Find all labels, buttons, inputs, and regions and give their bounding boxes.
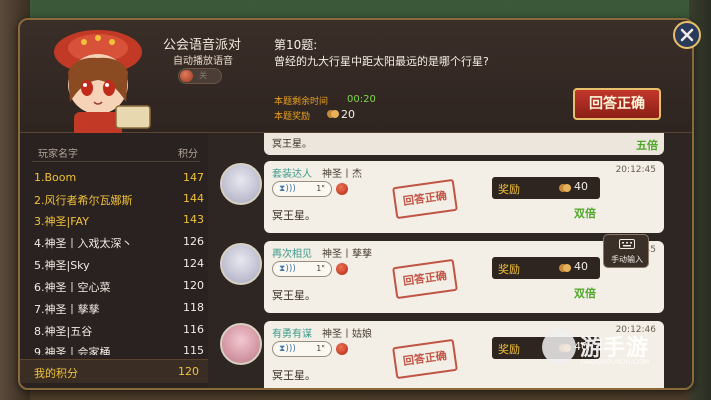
watermark-url: GAOSHOUYOU.COM xyxy=(580,358,650,366)
close-icon[interactable] xyxy=(672,20,702,50)
reward-box: 奖励 40 xyxy=(492,257,600,279)
multiplier-label: 五倍 xyxy=(636,139,658,152)
player-score: 116 xyxy=(183,323,204,336)
player-name: 1.Boom xyxy=(34,171,77,184)
question-text: 曾经的九大行星中距太阳最远的是哪个行星? xyxy=(274,55,489,68)
watermark-logo-icon xyxy=(542,330,576,364)
leaderboard-row: 4.神圣丨入戏太深丶 126 xyxy=(34,232,204,252)
answer-text: 冥王星。 xyxy=(272,139,312,150)
voice-message-button[interactable]: ⧗))) 1" xyxy=(272,341,332,357)
leaderboard: 玩家名字 积分 1.Boom 147 2.风行者希尔瓦娜斯 144 3.神圣|F… xyxy=(20,133,208,388)
chat-card-partial: 冥王星。 五倍 xyxy=(264,133,664,155)
chat-card: 套装达人 神圣丨杰 20:12:45 ⧗))) 1" 冥王星。 回答正确 奖励 … xyxy=(220,161,664,233)
my-score-bar: 我的积分 120 xyxy=(20,359,208,383)
reward-value: 40 xyxy=(574,180,588,193)
player-guild-name: 神圣丨杰 xyxy=(322,169,362,180)
leaderboard-header-name: 玩家名字 xyxy=(38,149,78,160)
player-avatar[interactable] xyxy=(220,323,262,365)
player-name: 4.神圣丨入戏太深丶 xyxy=(34,237,133,250)
reward-value: 40 xyxy=(574,260,588,273)
time-remaining-value: 00:20 xyxy=(347,94,376,105)
time-remaining-label: 本题剩余时间 xyxy=(274,97,329,107)
keyboard-icon xyxy=(619,239,635,249)
player-name: 2.风行者希尔瓦娜斯 xyxy=(34,194,133,207)
voice-length: 1" xyxy=(316,264,325,273)
voice-wave-icon: ⧗))) xyxy=(279,344,296,354)
correct-stamp: 回答正确 xyxy=(392,178,458,220)
answer-text: 冥王星。 xyxy=(272,289,316,302)
unread-dot-icon xyxy=(336,343,348,355)
mascot-character xyxy=(54,30,151,138)
player-title: 再次相见 xyxy=(272,249,312,260)
player-name: 8.神圣|五谷 xyxy=(34,325,93,338)
player-name: 5.神圣|Sky xyxy=(34,259,90,272)
voice-wave-icon: ⧗))) xyxy=(279,184,296,194)
player-name: 3.神圣|FAY xyxy=(34,215,89,228)
leaderboard-row: 3.神圣|FAY 143 xyxy=(34,210,204,230)
toggle-off-label: 关 xyxy=(199,71,207,80)
answer-text: 冥王星。 xyxy=(272,209,316,222)
reward-label: 奖励 xyxy=(498,183,520,196)
correct-stamp: 回答正确 xyxy=(392,338,458,380)
multiplier-label: 双倍 xyxy=(574,207,596,220)
player-score: 120 xyxy=(183,279,204,292)
manual-input-button[interactable]: 手动输入 xyxy=(603,234,649,268)
leaderboard-header-score: 积分 xyxy=(178,149,198,160)
player-guild-name: 神圣丨姑娘 xyxy=(322,329,372,340)
quiz-header: 公会语音派对 自动播放语音 关 第10题: 曾经的九大行星中距太阳最远的是哪个行… xyxy=(20,20,692,138)
divider xyxy=(32,161,200,162)
player-score: 126 xyxy=(183,235,204,248)
player-guild-name: 神圣丨孳孳 xyxy=(322,249,372,260)
unread-dot-icon xyxy=(336,183,348,195)
player-title: 有勇有谋 xyxy=(272,329,312,340)
leaderboard-row: 5.神圣|Sky 124 xyxy=(34,254,204,274)
voice-length: 1" xyxy=(316,184,325,193)
leaderboard-row: 9.神圣丨会家桶 115 xyxy=(34,341,204,355)
leaderboard-row: 2.风行者希尔瓦娜斯 144 xyxy=(34,189,204,209)
player-score: 147 xyxy=(183,171,204,184)
party-title: 公会语音派对 xyxy=(162,38,241,53)
question-reward-label: 本题奖励 xyxy=(274,112,311,122)
unread-dot-icon xyxy=(336,263,348,275)
toggle-knob xyxy=(180,70,193,82)
site-watermark: 游手游 GAOSHOUYOU.COM xyxy=(540,326,690,374)
voice-message-button[interactable]: ⧗))) 1" xyxy=(272,261,332,277)
player-name: 7.神圣丨孳孳 xyxy=(34,303,100,316)
player-name: 6.神圣丨空心菜 xyxy=(34,281,111,294)
voice-wave-icon: ⧗))) xyxy=(279,264,296,274)
leaderboard-row: 1.Boom 147 xyxy=(34,168,204,188)
player-score: 118 xyxy=(183,301,204,314)
player-score: 144 xyxy=(183,192,204,205)
leaderboard-row: 8.神圣|五谷 116 xyxy=(34,320,204,340)
voice-message-button[interactable]: ⧗))) 1" xyxy=(272,181,332,197)
player-score: 115 xyxy=(183,344,204,355)
message-time: 20:12:45 xyxy=(615,165,656,175)
player-title: 套装达人 xyxy=(272,169,312,180)
my-score-value: 120 xyxy=(178,365,199,378)
reward-label: 奖励 xyxy=(498,343,520,356)
player-avatar[interactable] xyxy=(220,163,262,205)
coin-icon xyxy=(559,264,571,272)
autoplay-voice-label: 自动播放语音 xyxy=(173,56,233,67)
player-score: 143 xyxy=(183,213,204,226)
coin-icon xyxy=(327,110,339,118)
leaderboard-row: 7.神圣丨孳孳 118 xyxy=(34,298,204,318)
player-score: 124 xyxy=(183,257,204,270)
manual-input-label: 手动输入 xyxy=(611,255,643,264)
voice-length: 1" xyxy=(316,344,325,353)
player-avatar[interactable] xyxy=(220,243,262,285)
reward-box: 奖励 40 xyxy=(492,177,600,199)
answer-text: 冥王星。 xyxy=(272,369,316,382)
player-name: 9.神圣丨会家桶 xyxy=(34,346,111,355)
my-score-label: 我的积分 xyxy=(34,367,78,380)
question-number: 第10题: xyxy=(274,38,318,52)
autoplay-toggle[interactable]: 关 xyxy=(178,68,222,84)
correct-answer-button[interactable]: 回答正确 xyxy=(573,88,661,120)
multiplier-label: 双倍 xyxy=(574,287,596,300)
reward-label: 奖励 xyxy=(498,263,520,276)
leaderboard-row: 6.神圣丨空心菜 120 xyxy=(34,276,204,296)
coin-icon xyxy=(559,184,571,192)
correct-stamp: 回答正确 xyxy=(392,258,458,300)
question-reward-value: 20 xyxy=(341,108,355,121)
